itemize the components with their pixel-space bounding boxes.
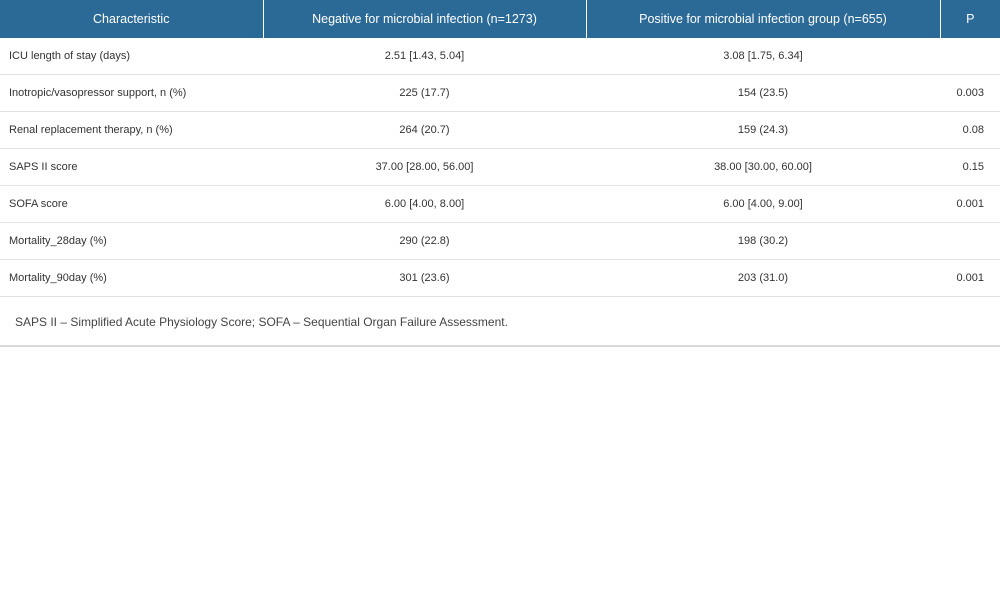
header-row: Characteristic Negative for microbial in…: [0, 0, 1000, 38]
cell-negative: 264 (20.7): [263, 111, 586, 149]
cell-positive: 159 (24.3): [586, 111, 940, 149]
table-row: Mortality_90day (%) 301 (23.6) 203 (31.0…: [0, 259, 1000, 297]
cell-p-value: 0.08: [940, 111, 1000, 149]
table-row: Renal replacement therapy, n (%) 264 (20…: [0, 111, 1000, 149]
table-footnote: SAPS II – Simplified Acute Physiology Sc…: [0, 297, 1000, 347]
cell-characteristic: Mortality_90day (%): [0, 259, 263, 297]
cell-p-value: 0.003: [940, 74, 1000, 112]
cell-positive: 3.08 [1.75, 6.34]: [586, 38, 940, 75]
cell-characteristic: SAPS II score: [0, 148, 263, 186]
table-row: Inotropic/vasopressor support, n (%) 225…: [0, 74, 1000, 112]
cell-p-value: 0.001: [940, 185, 1000, 223]
cell-negative: 290 (22.8): [263, 222, 586, 260]
cell-characteristic: Inotropic/vasopressor support, n (%): [0, 74, 263, 112]
clinical-outcomes-table: Characteristic Negative for microbial in…: [0, 0, 1000, 297]
cell-p-value: [940, 38, 1000, 75]
cell-negative: 225 (17.7): [263, 74, 586, 112]
cell-negative: 2.51 [1.43, 5.04]: [263, 38, 586, 75]
header-positive-group: Positive for microbial infection group (…: [586, 0, 941, 38]
cell-positive: 38.00 [30.00, 60.00]: [586, 148, 940, 186]
cell-p-value: 0.15: [940, 148, 1000, 186]
cell-negative: 37.00 [28.00, 56.00]: [263, 148, 586, 186]
cell-characteristic: SOFA score: [0, 185, 263, 223]
cell-characteristic: Mortality_28day (%): [0, 222, 263, 260]
table-body: ICU length of stay (days) 2.51 [1.43, 5.…: [0, 38, 1000, 297]
cell-characteristic: Renal replacement therapy, n (%): [0, 111, 263, 149]
cell-negative: 301 (23.6): [263, 259, 586, 297]
data-table-container: Characteristic Negative for microbial in…: [0, 0, 1000, 347]
table-row: SAPS II score 37.00 [28.00, 56.00] 38.00…: [0, 148, 1000, 186]
table-row: Mortality_28day (%) 290 (22.8) 198 (30.2…: [0, 222, 1000, 260]
cell-positive: 203 (31.0): [586, 259, 940, 297]
header-negative-group: Negative for microbial infection (n=1273…: [263, 0, 587, 38]
cell-positive: 6.00 [4.00, 9.00]: [586, 185, 940, 223]
header-characteristic: Characteristic: [0, 0, 264, 38]
table-row: ICU length of stay (days) 2.51 [1.43, 5.…: [0, 38, 1000, 75]
cell-characteristic: ICU length of stay (days): [0, 38, 263, 75]
table-header: Characteristic Negative for microbial in…: [0, 0, 1000, 38]
header-p-value: P: [940, 0, 1000, 38]
cell-positive: 198 (30.2): [586, 222, 940, 260]
cell-negative: 6.00 [4.00, 8.00]: [263, 185, 586, 223]
table-row: SOFA score 6.00 [4.00, 8.00] 6.00 [4.00,…: [0, 185, 1000, 223]
cell-positive: 154 (23.5): [586, 74, 940, 112]
cell-p-value: [940, 222, 1000, 260]
cell-p-value: 0.001: [940, 259, 1000, 297]
